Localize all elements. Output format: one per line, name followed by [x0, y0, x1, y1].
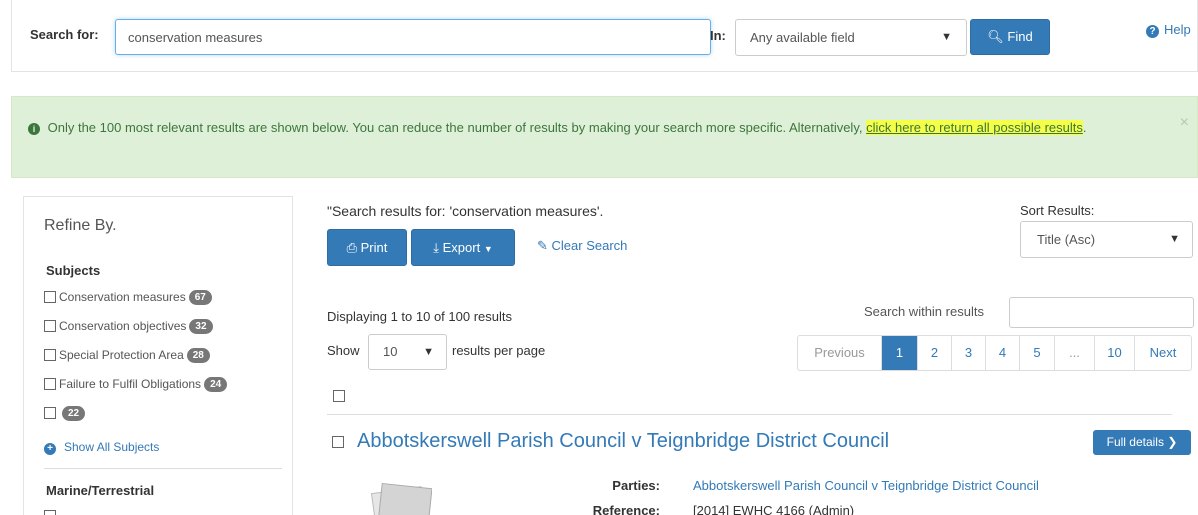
- sidebar-divider: [44, 468, 282, 469]
- display-count: Displaying 1 to 10 of 100 results: [327, 309, 512, 324]
- print-button[interactable]: ⎙ Print: [327, 229, 407, 266]
- alert-suffix: .: [1082, 120, 1087, 135]
- sort-label: Sort Results:: [1020, 203, 1095, 218]
- chevron-right-icon: ❯: [1167, 435, 1178, 449]
- facet-item[interactable]: Failure to Fulfil Obligations 24: [44, 377, 228, 392]
- find-label: Find: [1007, 29, 1033, 44]
- full-details-button[interactable]: Full details ❯: [1093, 430, 1191, 455]
- alert-text: Only the 100 most relevant results are s…: [47, 120, 867, 135]
- printer-icon: ⎙: [346, 240, 358, 255]
- facet-count-badge: 67: [188, 290, 212, 305]
- help-link[interactable]: ? Help: [1146, 22, 1191, 38]
- facet-count-badge: 28: [186, 348, 210, 363]
- eraser-icon: ✎: [537, 238, 548, 253]
- page-previous[interactable]: Previous: [798, 336, 881, 370]
- per-page-select[interactable]: 10 ▼: [368, 334, 447, 370]
- reference-label: Reference:: [592, 503, 660, 515]
- page-1[interactable]: 1: [881, 336, 917, 370]
- facet-checkbox[interactable]: [44, 320, 56, 332]
- chevron-down-icon: ▼: [423, 346, 434, 358]
- caret-down-icon: ▼: [483, 244, 493, 254]
- facet-label: Failure to Fulfil Obligations: [59, 377, 202, 391]
- help-label: Help: [1164, 22, 1191, 37]
- export-button[interactable]: ⤓ Export ▼: [411, 229, 515, 266]
- refine-title: Refine By.: [44, 217, 117, 234]
- search-within-input[interactable]: [1009, 297, 1194, 328]
- per-page-value: 10: [383, 344, 398, 359]
- page-10[interactable]: 10: [1094, 336, 1134, 370]
- result-title-link[interactable]: Abbotskerswell Parish Council v Teignbri…: [357, 430, 889, 453]
- show-label: Show: [327, 343, 360, 358]
- facet-item[interactable]: 22: [44, 406, 86, 421]
- facet-checkbox[interactable]: [44, 378, 56, 390]
- question-icon: ?: [1146, 25, 1159, 38]
- facet-item[interactable]: [44, 509, 59, 515]
- search-bar: Search for: In: Any available field ▼ 🔍︎…: [11, 0, 1198, 72]
- field-select[interactable]: Any available field ▼: [735, 19, 967, 56]
- results-heading: "Search results for: 'conservation measu…: [327, 203, 604, 219]
- search-input[interactable]: [115, 19, 711, 55]
- facet-count-badge: 32: [189, 319, 213, 334]
- document-thumbnail-icon: [370, 482, 432, 515]
- info-icon: i: [28, 123, 40, 135]
- facet-checkbox[interactable]: [44, 349, 56, 361]
- facet-item[interactable]: Conservation objectives 32: [44, 319, 213, 334]
- facet-checkbox[interactable]: [44, 291, 56, 303]
- select-all-checkbox[interactable]: [333, 390, 345, 402]
- sort-select[interactable]: Title (Asc) ▼: [1020, 221, 1193, 258]
- find-button[interactable]: 🔍︎ Find: [970, 19, 1050, 55]
- in-label: In:: [710, 28, 726, 43]
- per-page-label: results per page: [452, 343, 546, 358]
- info-alert: i Only the 100 most relevant results are…: [11, 96, 1198, 178]
- facet-count-badge: 22: [62, 406, 86, 421]
- facet-label: Conservation objectives: [59, 319, 187, 333]
- pagination: Previous 1 2 3 4 5 ... 10 Next: [797, 335, 1192, 371]
- page-4[interactable]: 4: [985, 336, 1019, 370]
- print-label: Print: [360, 240, 388, 255]
- field-select-value: Any available field: [750, 30, 855, 45]
- clear-search-label: Clear Search: [551, 238, 628, 253]
- facet-checkbox[interactable]: [44, 407, 56, 419]
- close-icon[interactable]: ×: [1180, 109, 1189, 136]
- full-details-label: Full details: [1106, 435, 1164, 449]
- page-3[interactable]: 3: [951, 336, 985, 370]
- facet-count-badge: 24: [204, 377, 228, 392]
- search-icon: 🔍︎: [987, 29, 1004, 44]
- page-ellipsis: ...: [1054, 336, 1094, 370]
- chevron-down-icon: ▼: [1169, 233, 1180, 245]
- search-label: Search for:: [30, 27, 99, 42]
- facet-checkbox[interactable]: [44, 510, 56, 515]
- marine-terrestrial-title: Marine/Terrestrial: [46, 483, 155, 498]
- sort-select-value: Title (Asc): [1037, 232, 1096, 247]
- show-all-label: Show All Subjects: [64, 440, 160, 454]
- page-5[interactable]: 5: [1019, 336, 1054, 370]
- facet-label: Special Protection Area: [59, 348, 184, 362]
- page-next[interactable]: Next: [1134, 336, 1191, 370]
- facet-item[interactable]: Conservation measures 67: [44, 290, 212, 305]
- results-divider: [327, 414, 1172, 415]
- plus-icon: +: [44, 443, 56, 455]
- result-checkbox[interactable]: [332, 436, 344, 448]
- clear-search-link[interactable]: ✎ Clear Search: [537, 238, 627, 254]
- return-all-results-link[interactable]: click here to return all possible result…: [866, 120, 1083, 135]
- export-label: Export: [442, 240, 481, 255]
- facet-label: Conservation measures: [59, 290, 186, 304]
- refine-sidebar: Refine By. Subjects Conservation measure…: [23, 196, 293, 515]
- page-2[interactable]: 2: [917, 336, 951, 370]
- reference-value: [2014] EWHC 4166 (Admin): [693, 503, 855, 515]
- facet-item[interactable]: Special Protection Area 28: [44, 348, 210, 363]
- chevron-down-icon: ▼: [941, 31, 952, 43]
- show-all-subjects-link[interactable]: + Show All Subjects: [44, 440, 159, 455]
- parties-value[interactable]: Abbotskerswell Parish Council v Teignbri…: [693, 478, 1039, 493]
- parties-label: Parties:: [612, 478, 660, 493]
- export-icon: ⤓: [433, 240, 439, 255]
- subjects-title: Subjects: [46, 263, 101, 278]
- search-within-label: Search within results: [864, 304, 984, 319]
